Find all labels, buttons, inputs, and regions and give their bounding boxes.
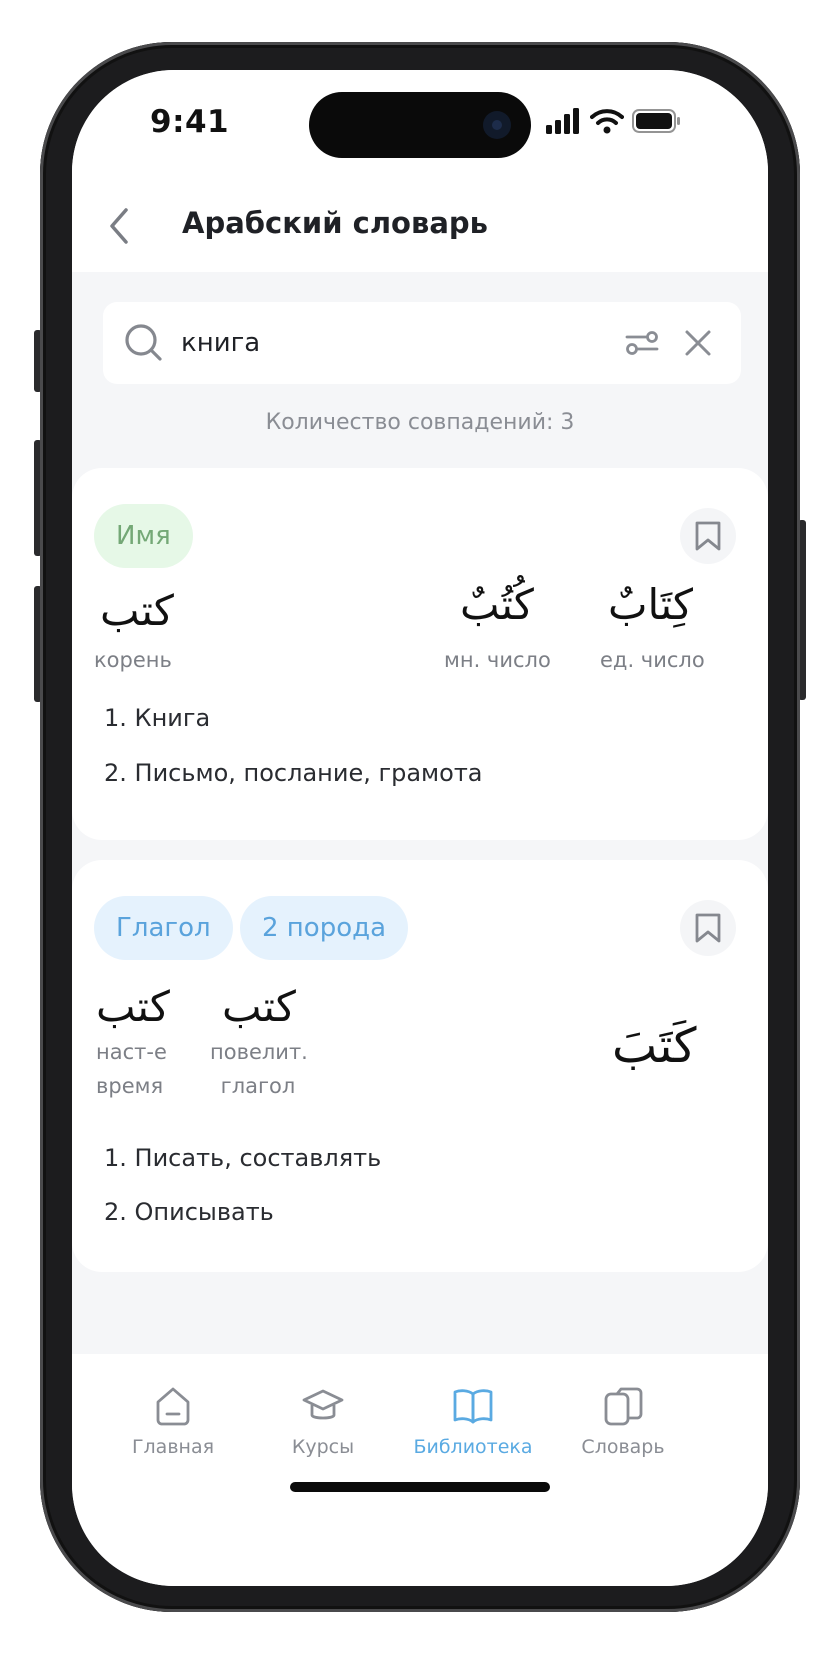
present-tense-label: наст-е время [96,1040,167,1098]
search-input[interactable] [181,320,581,366]
book-icon [453,1389,493,1424]
bookmark-button[interactable] [680,508,736,564]
page-title: Арабский словарь [182,206,489,240]
tab-bar: Главная Курсы Библиотека Словарь [72,1354,768,1586]
battery-icon [632,109,680,133]
search-bar[interactable] [103,302,741,384]
camera-icon [483,111,511,139]
plural-word: كُتُبٌ [460,580,534,629]
wifi-icon [590,109,624,134]
tab-label: Словарь [581,1436,665,1458]
search-icon [125,324,162,361]
dynamic-island [309,92,531,158]
part-of-speech-tag: Имя [94,504,193,568]
meaning-item: 2. Описывать [104,1198,274,1226]
cellular-signal-icon [546,108,579,134]
close-icon[interactable] [683,328,713,358]
cards-icon [604,1387,643,1426]
back-arrow-icon[interactable] [102,204,136,248]
home-icon [156,1387,190,1426]
tab-courses[interactable]: Курсы [248,1384,398,1458]
meaning-item: 1. Книга [104,704,211,732]
verb-form-tag: 2 порода [240,896,409,960]
filter-icon[interactable] [625,328,659,358]
singular-word: كِتَابٌ [608,580,694,629]
tab-label: Главная [131,1436,215,1458]
matches-count: Количество совпадений: 3 [265,410,575,435]
app-screen: 9:41 Арабский словарь книга Количество с… [72,70,768,1586]
tab-label: Библиотека [413,1436,533,1458]
status-time: 9:41 [150,104,230,140]
meaning-item: 1. Писать, составлять [104,1144,382,1172]
plural-label: мн. число [444,648,551,672]
root-label: корень [94,648,172,672]
imperative-word: كتب [222,982,296,1031]
bookmark-button[interactable] [680,900,736,956]
bookmark-icon [695,521,721,551]
tab-label: Курсы [291,1436,355,1458]
graduation-cap-icon [302,1389,344,1420]
home-indicator [290,1482,550,1492]
singular-label: ед. число [600,648,705,672]
dictionary-card[interactable]: Глагол 2 порода كتب наст-е время كتب пов… [72,860,768,1272]
nav-header: Арабский словарь [72,180,768,272]
status-bar: 9:41 [72,70,768,180]
present-tense-word: كتب [96,982,170,1031]
tab-home[interactable]: Главная [98,1384,248,1458]
root-word: كتب [100,586,174,635]
main-verb-word: كَتَبَ [612,1018,697,1074]
imperative-label: повелит. глагол [210,1040,308,1098]
tab-library[interactable]: Библиотека [398,1384,548,1458]
tab-dictionary[interactable]: Словарь [548,1384,698,1458]
part-of-speech-tag: Глагол [94,896,233,960]
bookmark-icon [695,913,721,943]
dictionary-card[interactable]: Имя كتب корень كُتُبٌ мн. число كِتَابٌ … [72,468,768,840]
meaning-item: 2. Письмо, послание, грамота [104,759,483,787]
